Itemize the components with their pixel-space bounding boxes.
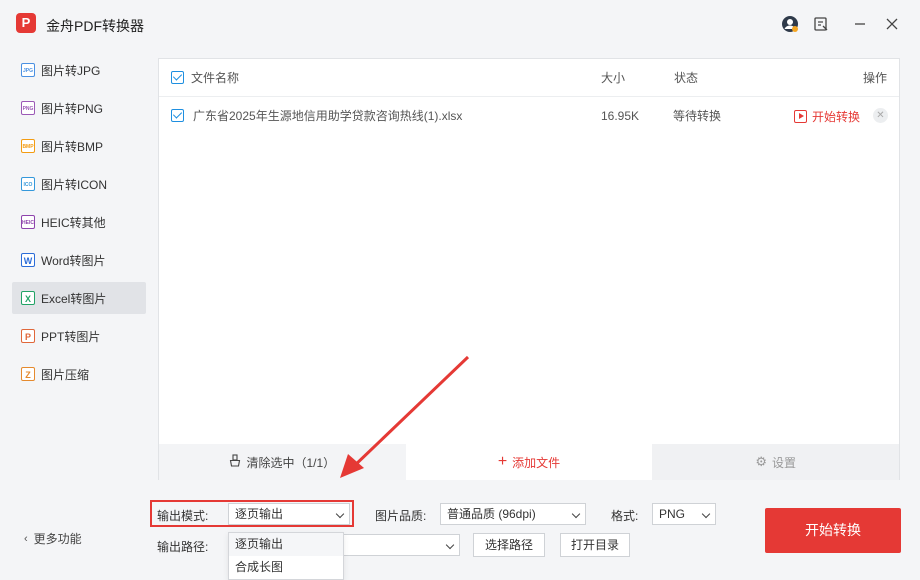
row-start-convert-button[interactable]: 开始转换 xyxy=(794,108,860,125)
file-type-icon: HEIC xyxy=(21,215,35,229)
image-quality-label: 图片品质: xyxy=(375,509,427,523)
format-label: 格式: xyxy=(611,509,639,523)
file-type-icon: Z xyxy=(21,367,35,381)
more-functions-button[interactable]: ‹ 更多功能 xyxy=(24,530,82,547)
file-type-icon: P xyxy=(21,329,35,343)
file-type-icon: ICO xyxy=(21,177,35,191)
settings-button[interactable]: ⚙ 设置 xyxy=(652,444,900,480)
sidebar-item-label: Word转图片 xyxy=(41,253,106,268)
sidebar-item[interactable]: HEIC HEIC转其他 xyxy=(12,206,146,238)
start-convert-button[interactable]: 开始转换 xyxy=(765,508,901,553)
sidebar-item[interactable]: BMP 图片转BMP xyxy=(12,130,146,162)
sidebar-item-label: 图片转ICON xyxy=(41,177,108,192)
sidebar-item-label: PPT转图片 xyxy=(41,329,101,344)
delete-row-icon[interactable]: ✕ xyxy=(873,108,888,123)
table-header: 文件名称 大小 状态 操作 xyxy=(159,59,899,97)
open-directory-button[interactable]: 打开目录 xyxy=(560,533,630,557)
sidebar-item[interactable]: ICO 图片转ICON xyxy=(12,168,146,200)
output-mode-label: 输出模式: xyxy=(157,509,209,523)
app-title: 金舟PDF转换器 xyxy=(46,18,144,34)
format-value: PNG xyxy=(659,507,686,521)
sidebar-item[interactable]: P PPT转图片 xyxy=(12,320,146,352)
chevron-down-icon xyxy=(571,509,581,519)
settings-label: 设置 xyxy=(772,455,797,470)
app-logo-icon: P xyxy=(16,13,36,33)
dropdown-option-page-by-page[interactable]: 逐页输出 xyxy=(229,533,343,556)
sidebar-item-label: 图片转BMP xyxy=(41,139,104,154)
file-list-panel: 文件名称 大小 状态 操作 广东省2025年生源地信用助学贷款咨询热线(1).x… xyxy=(158,58,900,480)
user-avatar-icon[interactable] xyxy=(780,14,800,34)
image-quality-value: 普通品质 (96dpi) xyxy=(447,507,536,521)
sidebar-item[interactable]: Z 图片压缩 xyxy=(12,358,146,390)
choose-path-button[interactable]: 选择路径 xyxy=(473,533,545,557)
sidebar-item-label: Excel转图片 xyxy=(41,291,107,306)
chevron-down-icon xyxy=(445,540,455,550)
output-mode-dropdown: 逐页输出 合成长图 xyxy=(228,532,344,580)
sidebar-item[interactable]: PNG 图片转PNG xyxy=(12,92,146,124)
chevron-down-icon xyxy=(701,509,711,519)
sidebar-item[interactable]: X Excel转图片 xyxy=(12,282,146,314)
file-type-icon: PNG xyxy=(21,101,35,115)
sidebar-item-label: 图片转JPG xyxy=(41,63,101,78)
image-quality-select[interactable]: 普通品质 (96dpi) xyxy=(440,503,586,525)
format-select[interactable]: PNG xyxy=(652,503,716,525)
clear-selected-label: 清除选中（1/1） xyxy=(246,455,336,470)
sidebar-item-label: HEIC转其他 xyxy=(41,215,106,230)
plus-icon: + xyxy=(497,453,508,470)
table-row: 广东省2025年生源地信用助学贷款咨询热线(1).xlsx 16.95K 等待转… xyxy=(159,97,899,135)
add-file-button[interactable]: + 添加文件 xyxy=(405,444,653,480)
row-checkbox[interactable] xyxy=(171,109,184,122)
file-size: 16.95K xyxy=(601,109,640,123)
sidebar: JPG 图片转JPG PNG 图片转PNG BMP 图片转BMP ICO 图片转ICON HEI… xyxy=(12,54,146,396)
file-type-icon: BMP xyxy=(21,139,35,153)
header-action: 操作 xyxy=(863,71,888,85)
dropdown-option-long-image[interactable]: 合成长图 xyxy=(229,556,343,579)
play-icon xyxy=(794,110,807,123)
feedback-icon[interactable] xyxy=(811,14,831,34)
file-type-icon: X xyxy=(21,291,35,305)
sidebar-item[interactable]: JPG 图片转JPG xyxy=(12,54,146,86)
output-path-label: 输出路径: xyxy=(157,540,209,554)
sidebar-item-label: 图片压缩 xyxy=(41,367,90,382)
output-mode-value: 逐页输出 xyxy=(235,507,284,521)
file-status: 等待转换 xyxy=(673,109,722,123)
chevron-down-icon xyxy=(335,509,345,519)
add-file-label: 添加文件 xyxy=(512,455,561,470)
header-size: 大小 xyxy=(601,71,626,85)
file-type-icon: W xyxy=(21,253,35,267)
output-mode-select[interactable]: 逐页输出 xyxy=(228,503,350,525)
file-name: 广东省2025年生源地信用助学贷款咨询热线(1).xlsx xyxy=(193,109,463,123)
chevron-left-icon: ‹ xyxy=(24,532,28,545)
more-functions-label: 更多功能 xyxy=(33,532,82,546)
sidebar-item[interactable]: W Word转图片 xyxy=(12,244,146,276)
output-path-select[interactable] xyxy=(340,534,460,556)
file-type-icon: JPG xyxy=(21,63,35,77)
header-file-name: 文件名称 xyxy=(191,71,240,85)
gear-icon: ⚙ xyxy=(755,454,767,469)
title-bar: P 金舟PDF转换器 xyxy=(0,0,920,50)
sidebar-item-label: 图片转PNG xyxy=(41,101,104,116)
row-start-convert-label: 开始转换 xyxy=(812,110,861,124)
select-all-checkbox[interactable] xyxy=(171,71,184,84)
minimize-icon[interactable] xyxy=(850,14,870,34)
close-icon[interactable] xyxy=(882,14,902,34)
header-status: 状态 xyxy=(674,71,699,85)
clear-selected-button[interactable]: 清除选中（1/1） xyxy=(159,444,406,480)
panel-bottom-bar: 清除选中（1/1） + 添加文件 ⚙ 设置 xyxy=(159,444,900,480)
broom-icon xyxy=(229,454,241,470)
